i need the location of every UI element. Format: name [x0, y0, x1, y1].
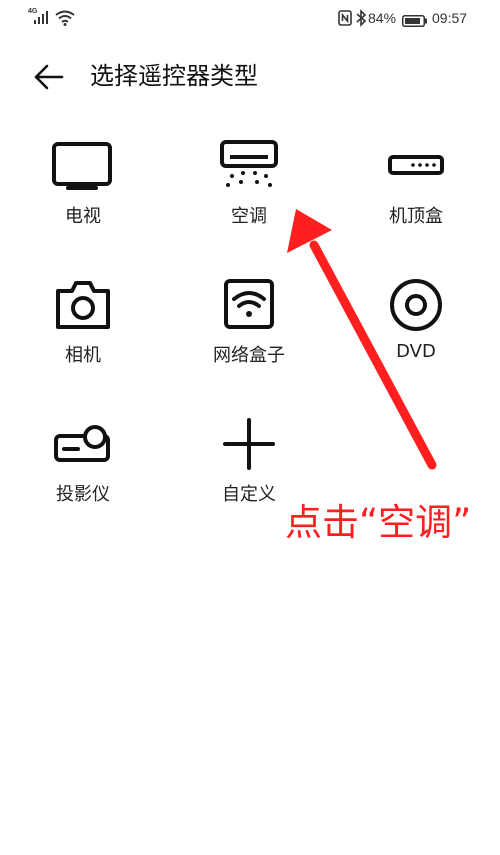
device-camera[interactable]: 相机 — [8, 277, 158, 387]
set-top-box-icon — [381, 138, 451, 198]
header: 选择遥控器类型 — [0, 46, 500, 102]
back-arrow-icon — [34, 64, 64, 90]
battery-icon — [402, 12, 428, 31]
annotation-arrow-icon — [287, 209, 437, 470]
cellular-signal-icon: 4G — [28, 8, 52, 26]
back-button[interactable] — [24, 54, 74, 98]
device-tv[interactable]: 电视 — [8, 138, 158, 248]
device-label: 电视 — [65, 206, 101, 227]
status-bar: 4G 84% 09:57 — [0, 0, 500, 36]
device-label: 投影仪 — [56, 484, 110, 505]
annotation-text: 点击“空调” — [285, 501, 472, 544]
device-label: 相机 — [65, 345, 101, 366]
camera-icon — [48, 277, 118, 337]
projector-icon — [48, 416, 118, 476]
battery-percentage: 84% — [368, 10, 397, 26]
tv-icon — [48, 138, 118, 198]
device-projector[interactable]: 投影仪 — [8, 416, 158, 526]
page-title: 选择遥控器类型 — [90, 62, 258, 90]
air-conditioner-icon — [214, 138, 284, 198]
wifi-icon — [55, 10, 75, 30]
nfc-icon — [338, 10, 352, 30]
clock: 09:57 — [432, 10, 468, 26]
bluetooth-icon — [356, 9, 367, 31]
